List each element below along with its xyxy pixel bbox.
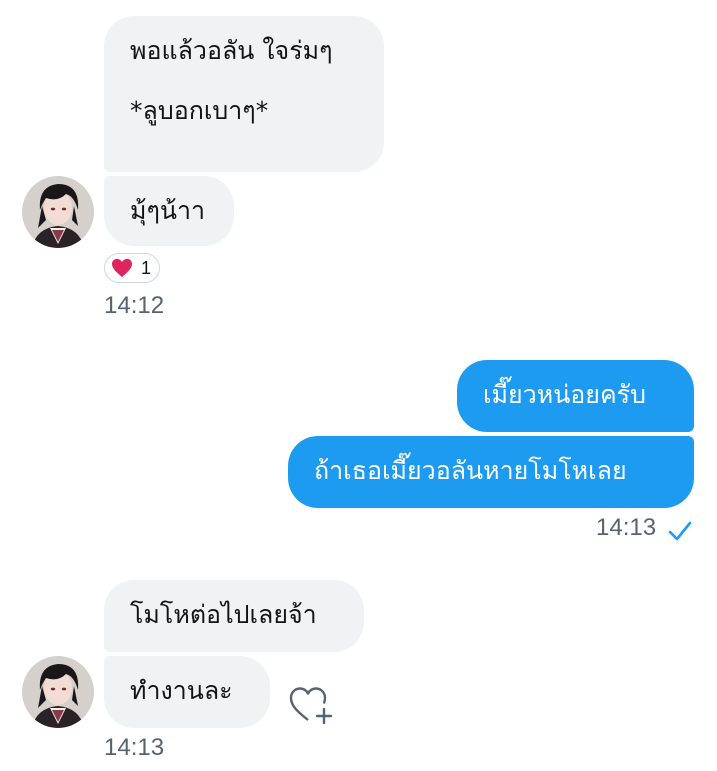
avatar[interactable] <box>22 656 94 728</box>
add-reaction-heart-icon[interactable] <box>288 684 336 726</box>
check-icon <box>668 521 692 541</box>
message-timestamp: 14:13 <box>596 514 657 541</box>
message-bubble-incoming[interactable]: มุ้ๆน้าา <box>104 176 234 246</box>
message-timestamp: 14:13 <box>104 734 165 761</box>
message-bubble-outgoing[interactable]: ถ้าเธอเมี๊ยวอลันหายโมโหเลย <box>288 436 694 508</box>
message-bubble-incoming[interactable]: ทำงานละ <box>104 656 270 728</box>
reaction-count: 1 <box>141 257 152 278</box>
message-timestamp: 14:12 <box>104 292 165 319</box>
avatar[interactable] <box>22 176 94 248</box>
message-bubble-incoming[interactable]: โมโหต่อไปเลยจ้า <box>104 580 364 652</box>
message-bubble-outgoing[interactable]: เมี๊ยวหน่อยครับ <box>457 360 694 432</box>
message-bubble-incoming[interactable]: พอแล้วอลัน ใจร่มๆ *ลูบอกเบาๆ* <box>104 16 384 172</box>
heart-icon <box>112 258 132 278</box>
reaction-badge[interactable]: 1 <box>104 253 161 283</box>
